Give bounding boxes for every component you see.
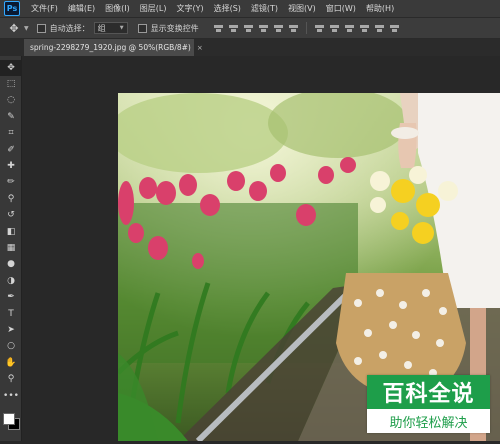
watermark-title: 百科全说 [367,375,490,409]
hand-tool-icon[interactable]: ✋ [0,355,22,371]
move-tool-icon[interactable]: ✥ [0,60,22,77]
path-select-tool-icon[interactable]: ➤ [0,322,22,338]
distribute-hcenter-icon[interactable] [374,23,385,34]
eyedropper-tool-icon[interactable]: ✐ [0,142,22,158]
eraser-tool-icon[interactable]: ◧ [0,224,22,240]
gradient-tool-icon[interactable]: ▦ [0,240,22,256]
pen-tool-icon[interactable]: ✒ [0,289,22,305]
tool-preset-caret-icon[interactable]: ▼ [24,25,29,32]
marquee-tool-icon[interactable]: ⬚ [0,76,22,92]
dodge-tool-icon[interactable]: ◑ [0,273,22,289]
show-transform-checkbox[interactable] [137,23,147,33]
menu-help[interactable]: 帮助(H) [361,3,399,14]
auto-select-value: 组 [97,23,106,33]
chevron-down-icon: ▼ [119,25,124,31]
show-transform-label: 显示变换控件 [150,23,199,33]
more-tools-icon[interactable]: ••• [0,388,22,404]
menu-window[interactable]: 窗口(W) [321,3,361,14]
lasso-tool-icon[interactable]: ◌ [0,93,22,109]
foreground-color-swatch[interactable] [3,413,15,426]
menu-bar: Ps 文件(F) 编辑(E) 图像(I) 图层(L) 文字(Y) 选择(S) 滤… [0,0,500,17]
quick-select-tool-icon[interactable]: ✎ [0,109,22,125]
divider [305,22,307,34]
distribute-right-icon[interactable] [389,23,400,34]
align-left-icon[interactable] [258,23,269,34]
align-vcenter-icon[interactable] [228,23,239,34]
document-tab[interactable]: spring-2298279_1920.jpg @ 50%(RGB/8#) × [24,39,203,56]
watermark: 百科全说 助你轻松解决 [367,375,490,433]
distribute-bottom-icon[interactable] [344,23,355,34]
close-icon[interactable]: × [197,44,203,52]
align-buttons [211,22,402,34]
document-tab-title: spring-2298279_1920.jpg @ 50%(RGB/8#) [30,43,191,52]
menu-filter[interactable]: 滤镜(T) [246,3,283,14]
blur-tool-icon[interactable]: ● [0,257,22,273]
menu-image[interactable]: 图像(I) [100,3,135,14]
color-swatches [0,404,22,444]
auto-select-dropdown[interactable]: 组 ▼ [93,22,128,34]
document-tab-bar: spring-2298279_1920.jpg @ 50%(RGB/8#) × [0,39,500,56]
align-top-icon[interactable] [213,23,224,34]
align-bottom-icon[interactable] [243,23,254,34]
distribute-top-icon[interactable] [314,23,325,34]
options-bar: ✥ ▼ 自动选择： 组 ▼ 显示变换控件 [0,17,500,39]
menu-file[interactable]: 文件(F) [26,3,63,14]
tools-panel: ✥ ⬚ ◌ ✎ ⌗ ✐ ✚ ✏ ⚲ ↺ ◧ ▦ ● ◑ ✒ T ➤ ○ ✋ ⚲ … [0,56,22,441]
align-right-icon[interactable] [288,23,299,34]
brush-tool-icon[interactable]: ✏ [0,175,22,191]
clone-stamp-tool-icon[interactable]: ⚲ [0,191,22,207]
menu-type[interactable]: 文字(Y) [171,3,208,14]
history-brush-tool-icon[interactable]: ↺ [0,208,22,224]
distribute-vcenter-icon[interactable] [329,23,340,34]
watermark-subtitle: 助你轻松解决 [389,415,468,431]
auto-select-checkbox[interactable] [36,23,46,33]
distribute-left-icon[interactable] [359,23,370,34]
shape-tool-icon[interactable]: ○ [0,339,22,355]
menu-edit[interactable]: 编辑(E) [63,3,100,14]
menu-layer[interactable]: 图层(L) [135,3,172,14]
align-hcenter-icon[interactable] [273,23,284,34]
auto-select-label: 自动选择： [49,23,90,33]
menu-view[interactable]: 视图(V) [283,3,321,14]
type-tool-icon[interactable]: T [0,306,22,322]
photoshop-logo: Ps [4,1,20,16]
move-icon[interactable]: ✥ [4,22,24,35]
menu-select[interactable]: 选择(S) [209,3,246,14]
healing-brush-tool-icon[interactable]: ✚ [0,158,22,174]
crop-tool-icon[interactable]: ⌗ [0,126,22,142]
zoom-tool-icon[interactable]: ⚲ [0,371,22,387]
